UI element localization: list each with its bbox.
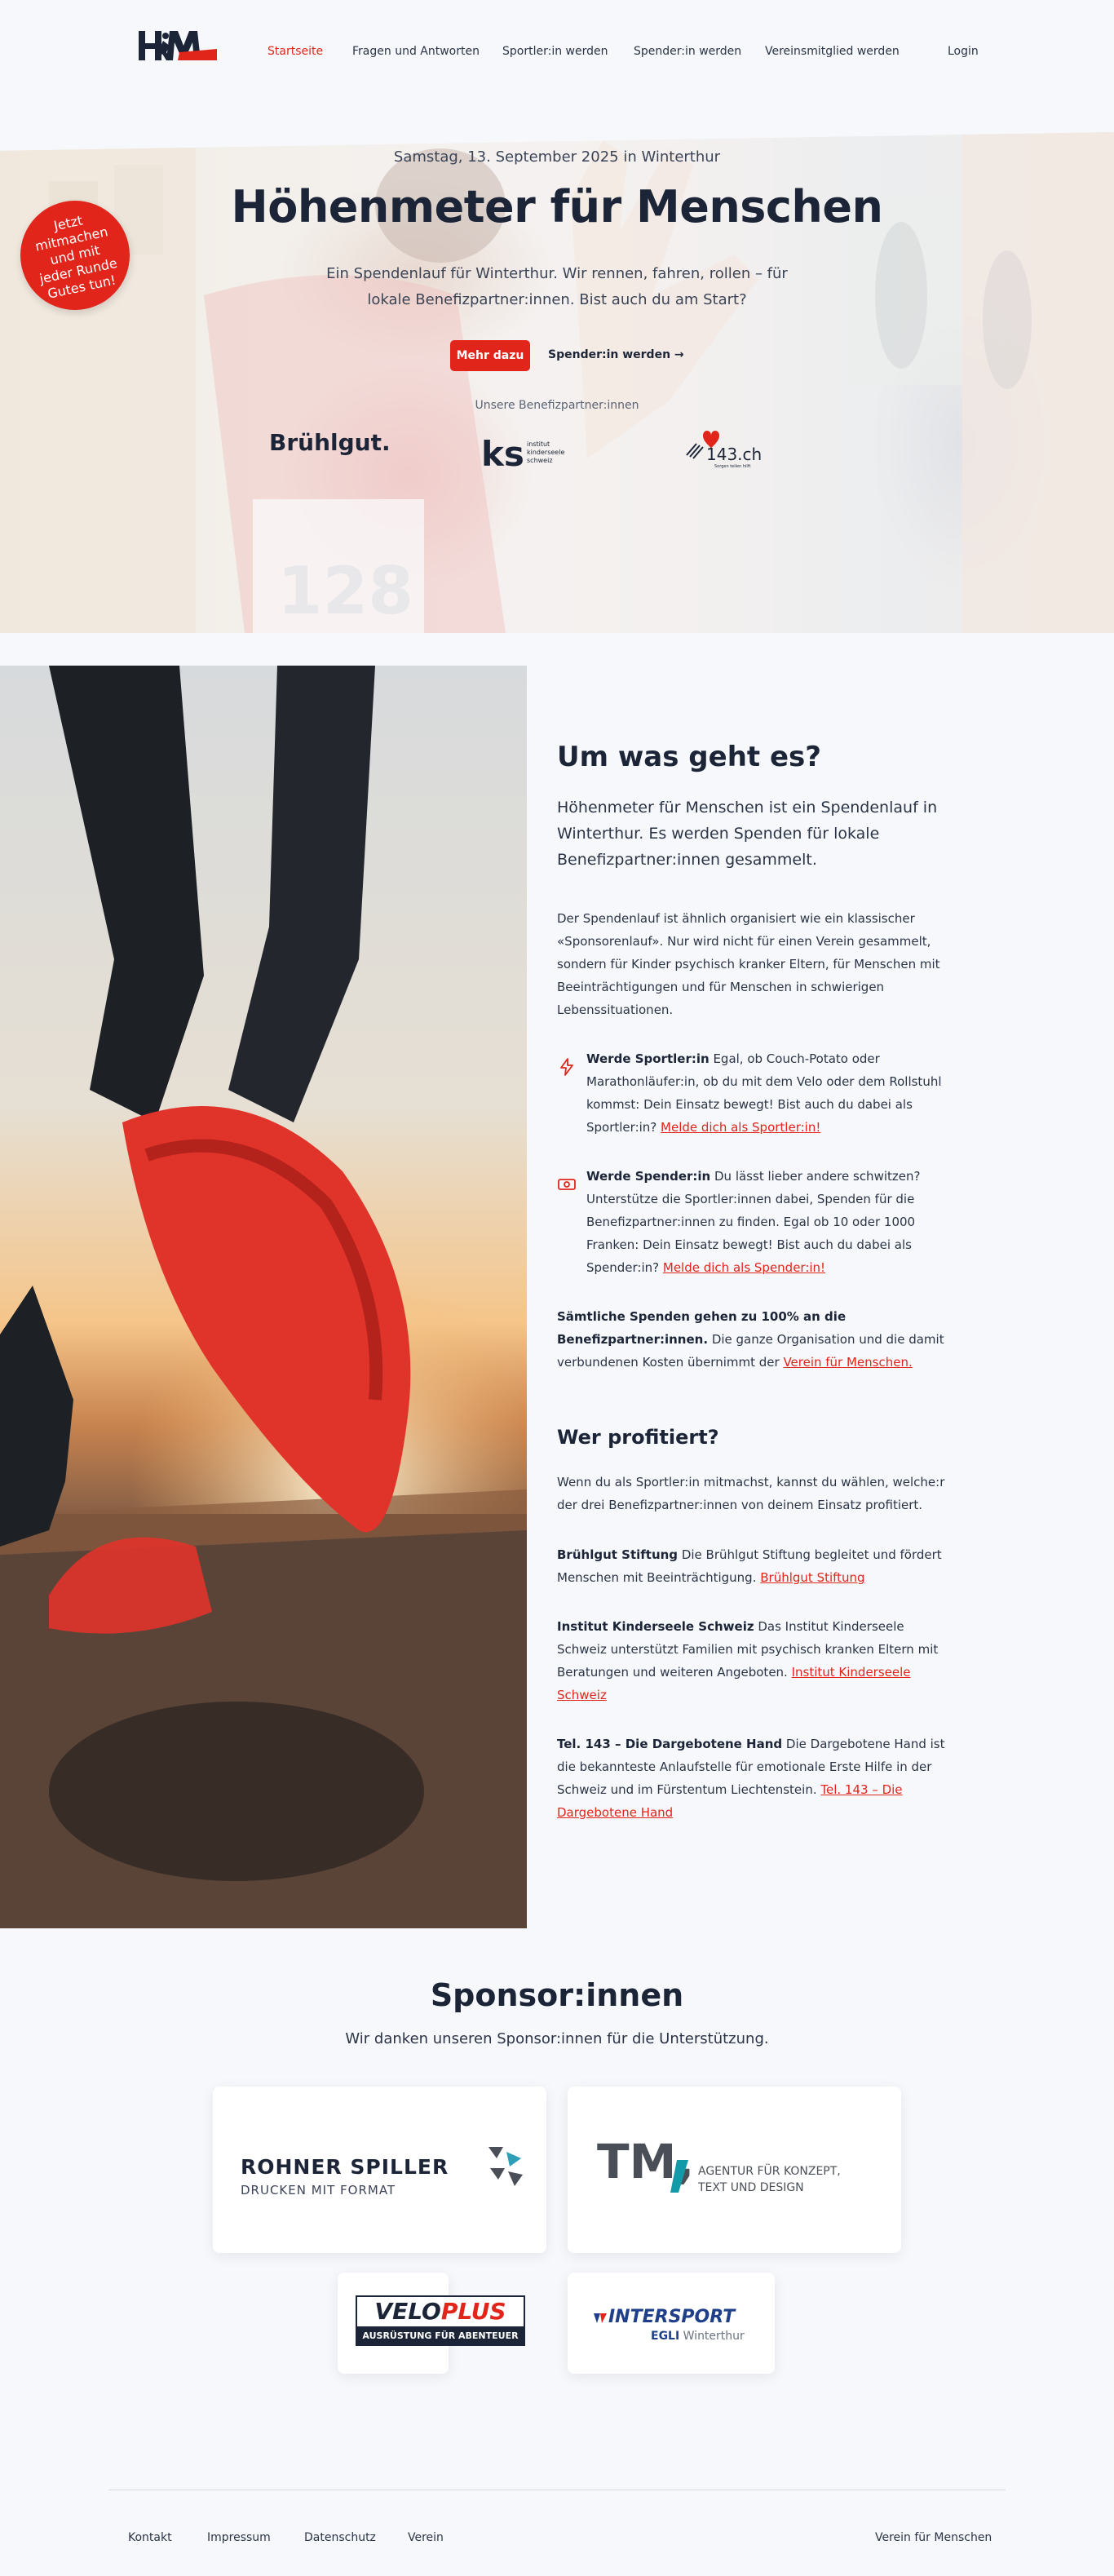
sponsor-card-intersport[interactable]: INTERSPORT EGLI Winterthur bbox=[568, 2273, 775, 2374]
sponsor-card-tm[interactable]: TM, AGENTUR FÜR KONZEPT, TEXT UND DESIGN bbox=[568, 2087, 901, 2253]
event-date: Samstag, 13. September 2025 in Winterthu… bbox=[393, 148, 721, 166]
nav-item-spender[interactable]: Spender:in werden bbox=[634, 45, 741, 58]
partner-logo-143[interactable]: 143.ch Sorgen teilen hilft bbox=[685, 424, 767, 470]
beneficiary-tel143: Tel. 143 – Die Dargebotene Hand Die Darg… bbox=[557, 1733, 957, 1824]
footer-link-verein[interactable]: Verein bbox=[408, 2531, 444, 2544]
beneficiary-bruehlgut: Brühlgut Stiftung Die Brühlgut Stiftung … bbox=[557, 1543, 957, 1589]
footer-link-impressum[interactable]: Impressum bbox=[207, 2531, 271, 2544]
beneficiary-bruehlgut-name: Brühlgut Stiftung bbox=[557, 1547, 679, 1562]
beneficiaries-title: Wer profitiert? bbox=[557, 1426, 719, 1449]
footer-link-kontakt[interactable]: Kontakt bbox=[128, 2531, 172, 2544]
login-link[interactable]: Login bbox=[948, 45, 979, 58]
sponsor-tagline-intersport: EGLI Winterthur bbox=[651, 2330, 745, 2343]
sponsor-name-veloplus-plus: PLUS bbox=[440, 2298, 506, 2325]
verein-link[interactable]: Verein für Menschen. bbox=[783, 1355, 912, 1370]
kinderseele-logo-mark: ks bbox=[481, 434, 524, 472]
sponsor-tagline-intersport-bold: EGLI bbox=[651, 2330, 680, 2343]
kinderseele-logo-icon: ks institut kinderseele schweiz bbox=[481, 434, 564, 474]
kinderseele-logo-line1: institut bbox=[527, 440, 550, 448]
become-donor-link[interactable]: Spender:in werden → bbox=[548, 348, 684, 361]
about-title: Um was geht es? bbox=[557, 741, 822, 773]
intersport-mark-icon bbox=[594, 2313, 607, 2323]
money-icon bbox=[558, 1179, 576, 1190]
site-header: Startseite Fragen und Antworten Sportler… bbox=[0, 0, 1114, 106]
sponsor-name-veloplus-velo: VELO bbox=[374, 2298, 441, 2325]
about-body: Der Spendenlauf ist ähnlich organisiert … bbox=[557, 911, 940, 1017]
sponsor-name-rohner: ROHNER SPILLER bbox=[241, 2155, 449, 2179]
sponsor-name-intersport: INTERSPORT bbox=[608, 2307, 736, 2327]
donation-note: Sämtliche Spenden gehen zu 100% an die B… bbox=[557, 1305, 957, 1374]
sponsors-subtitle: Wir danken unseren Sponsor:innen für die… bbox=[345, 2030, 769, 2047]
feature-sportler-title: Werde Sportler:in bbox=[586, 1051, 710, 1066]
footer-org-link[interactable]: Verein für Menschen bbox=[875, 2531, 992, 2544]
site-logo[interactable] bbox=[139, 28, 217, 64]
sponsor-tagline-intersport-rest: Winterthur bbox=[679, 2330, 745, 2343]
about-lead: Höhenmeter für Menschen ist ein Spendenl… bbox=[557, 799, 938, 869]
feature-sportler: Werde Sportler:in Egal, ob Couch-Potato … bbox=[586, 1047, 961, 1139]
sponsor-name-veloplus: VELOPLUS bbox=[356, 2295, 525, 2326]
hfm-logo-icon bbox=[139, 31, 217, 60]
tm-comma-icon bbox=[670, 2160, 688, 2193]
tel143-logo-subline: Sorgen teilen hilft bbox=[714, 464, 750, 469]
beneficiary-kinderseele: Institut Kinderseele Schweiz Das Institu… bbox=[557, 1615, 957, 1706]
partner-logo-bruehlgut[interactable]: Brühlgut. bbox=[269, 429, 391, 456]
partners-label: Unsere Benefizpartner:innen bbox=[475, 399, 639, 412]
sponsor-tagline-rohner: DRUCKEN MIT FORMAT bbox=[241, 2183, 396, 2198]
beneficiary-tel143-name: Tel. 143 – Die Dargebotene Hand bbox=[557, 1737, 783, 1751]
sponsor-card-rohner-spiller[interactable]: ROHNER SPILLER DRUCKEN MIT FORMAT bbox=[213, 2087, 546, 2253]
sponsor-tagline-tm-line2: TEXT UND DESIGN bbox=[698, 2181, 804, 2194]
register-athlete-link[interactable]: Melde dich als Sportler:in! bbox=[661, 1120, 820, 1135]
feature-spender: Werde Spender:in Du lässt lieber andere … bbox=[586, 1165, 961, 1279]
nav-item-startseite[interactable]: Startseite bbox=[267, 45, 323, 58]
bruehlgut-link[interactable]: Brühlgut Stiftung bbox=[760, 1570, 864, 1585]
sponsors-title: Sponsor:innen bbox=[430, 1977, 684, 2013]
runner-photo bbox=[0, 666, 527, 1928]
sponsor-tagline-veloplus: AUSRÜSTUNG FÜR ABENTEUER bbox=[356, 2326, 525, 2346]
lightning-icon bbox=[560, 1058, 573, 1076]
partner-logo-kinderseele[interactable]: ks institut kinderseele schweiz bbox=[481, 427, 579, 474]
feature-spender-title: Werde Spender:in bbox=[586, 1169, 711, 1184]
beneficiary-kinderseele-name: Institut Kinderseele Schweiz bbox=[557, 1619, 754, 1634]
nav-item-sportler[interactable]: Sportler:in werden bbox=[502, 45, 608, 58]
beneficiaries-intro: Wenn du als Sportler:in mitmachst, kanns… bbox=[557, 1475, 945, 1512]
running-shoe-image bbox=[0, 666, 527, 1928]
register-donor-link[interactable]: Melde dich als Spender:in! bbox=[663, 1260, 825, 1275]
rohner-spiller-mark-icon bbox=[488, 2147, 523, 2186]
sponsor-tagline-tm: AGENTUR FÜR KONZEPT, TEXT UND DESIGN bbox=[698, 2163, 841, 2196]
nav-item-faq[interactable]: Fragen und Antworten bbox=[352, 45, 480, 58]
tel143-logo-icon: 143.ch Sorgen teilen hilft bbox=[686, 431, 762, 469]
tel143-logo-text: 143.ch bbox=[706, 445, 762, 464]
footer-link-datenschutz[interactable]: Datenschutz bbox=[304, 2531, 376, 2544]
sponsor-tagline-tm-line1: AGENTUR FÜR KONZEPT, bbox=[698, 2165, 841, 2178]
more-info-button[interactable]: Mehr dazu bbox=[450, 340, 530, 371]
nav-item-verein[interactable]: Vereinsmitglied werden bbox=[765, 45, 900, 58]
sponsor-card-veloplus[interactable]: VELOPLUS AUSRÜSTUNG FÜR ABENTEUER bbox=[338, 2273, 525, 2374]
kinderseele-logo-line2: kinderseele bbox=[527, 449, 564, 456]
kinderseele-logo-line3: schweiz bbox=[527, 457, 553, 464]
feature-spender-text: Du lässt lieber andere schwitzen? Unters… bbox=[586, 1169, 921, 1275]
hero-lead: Ein Spendenlauf für Winterthur. Wir renn… bbox=[326, 265, 788, 308]
hero-title: Höhenmeter für Menschen bbox=[231, 181, 883, 232]
